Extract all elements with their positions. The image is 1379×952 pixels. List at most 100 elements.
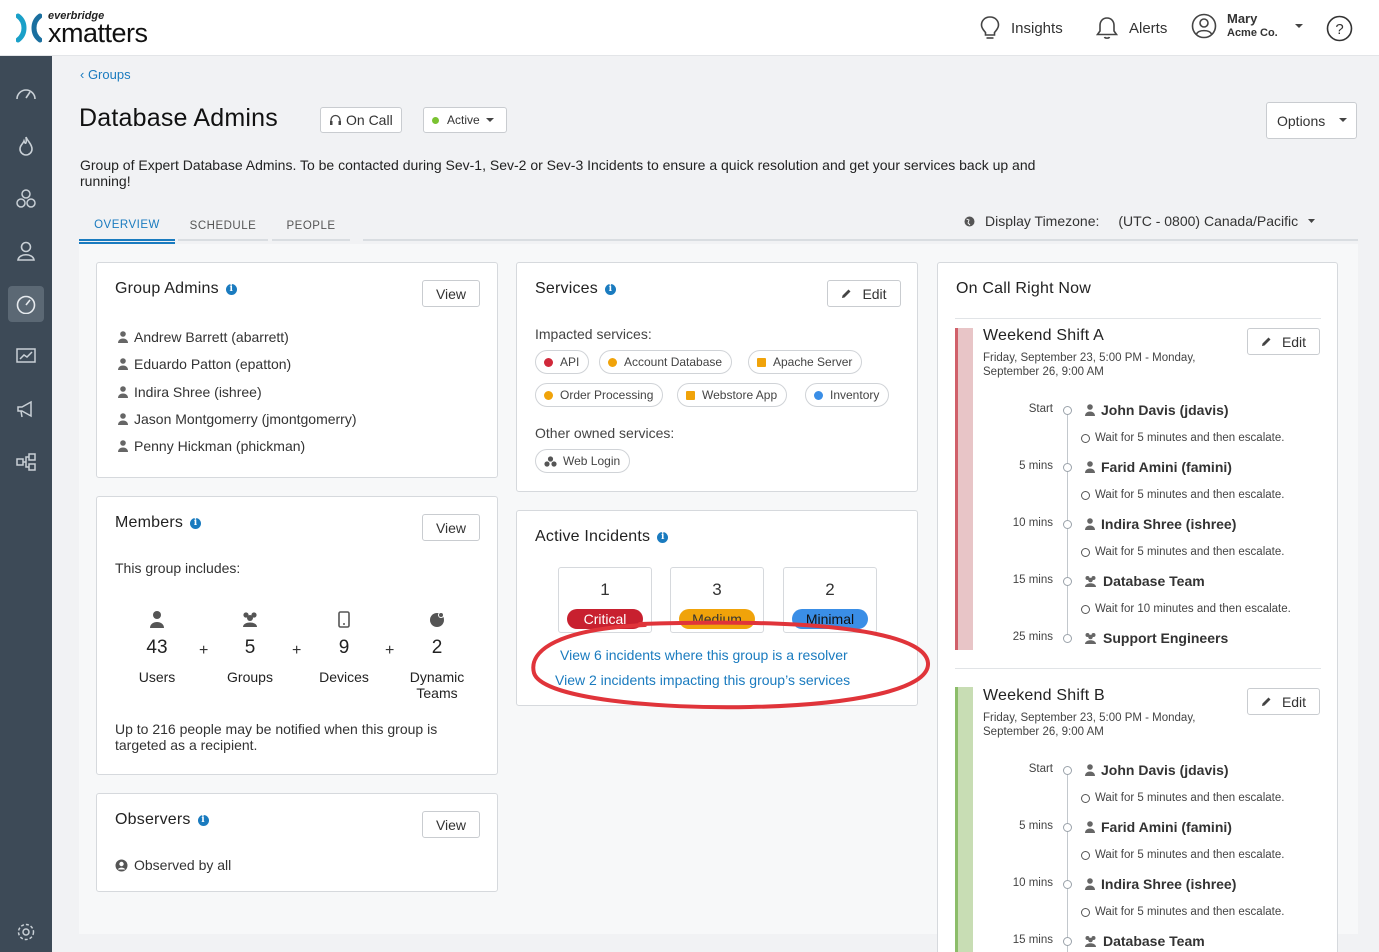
service-pill-web-login[interactable]: Web Login — [535, 449, 631, 473]
nav-incidents[interactable] — [8, 128, 44, 164]
nav-oncall[interactable] — [8, 286, 44, 322]
admin-name: Jason Montgomerry (jmontgomerry) — [134, 411, 357, 427]
insights-menu[interactable]: Insights — [979, 14, 1063, 42]
services-card: Services i Edit Impacted services: API Ac… — [516, 262, 918, 492]
nav-workflows[interactable] — [8, 444, 44, 480]
service-pill-api[interactable]: API — [535, 350, 590, 374]
step-recipient[interactable]: Indira Shree (ishree) — [1085, 516, 1236, 532]
shift-a-edit-button[interactable]: Edit — [1247, 328, 1320, 355]
plus-sign: + — [292, 642, 302, 659]
nav-dashboard[interactable] — [8, 76, 44, 112]
shift-b-edit-button[interactable]: Edit — [1247, 688, 1320, 715]
dynamic-teams-count: 2 — [431, 637, 443, 658]
services-title-text: Services — [535, 280, 598, 297]
admin-item[interactable]: Jason Montgomerry (jmontgomerry) — [118, 411, 357, 427]
timezone-selector[interactable]: Display Timezone: (UTC - 0800) Canada/Pa… — [964, 213, 1316, 229]
admins-view-button[interactable]: View — [422, 280, 480, 307]
step-wait-text: Wait for 5 minutes and then escalate. — [1095, 792, 1285, 804]
info-icon[interactable]: i — [225, 283, 237, 295]
service-pill-apache-server[interactable]: Apache Server — [748, 350, 863, 374]
admin-item[interactable]: Eduardo Patton (epatton) — [118, 356, 291, 372]
chart-icon — [16, 348, 36, 363]
users-stat[interactable]: 43 Users — [122, 611, 192, 685]
alerts-menu[interactable]: Alerts — [1095, 14, 1167, 42]
shift-a-edit-label: Edit — [1281, 333, 1307, 350]
step-dot — [1063, 406, 1072, 415]
bell-icon — [1095, 17, 1119, 39]
app-window-icon — [757, 357, 766, 367]
step-recipient[interactable]: Farid Amini (famini) — [1085, 459, 1232, 475]
nav-settings[interactable] — [8, 914, 44, 950]
help-icon: ? — [1326, 15, 1353, 41]
nav-users[interactable] — [8, 233, 44, 269]
divider — [955, 668, 1321, 669]
tab-people[interactable]: PEOPLE — [272, 208, 350, 243]
shift-b-date: Friday, September 23, 5:00 PM - Monday, … — [983, 712, 1196, 738]
step-recipient[interactable]: Database Team — [1084, 573, 1205, 589]
status-dropdown[interactable]: Active — [423, 107, 507, 133]
critical-count: 1 — [600, 580, 610, 599]
chevron-down-icon — [1308, 219, 1316, 223]
admin-item[interactable]: Indira Shree (ishree) — [118, 384, 262, 400]
devices-stat[interactable]: 9 Devices — [309, 611, 379, 685]
step-recipient[interactable]: John Davis (jdavis) — [1085, 402, 1229, 418]
admin-name: Indira Shree (ishree) — [134, 384, 262, 400]
user-icon — [1085, 461, 1095, 473]
service-pill-account-database[interactable]: Account Database — [599, 350, 733, 374]
admin-name: Eduardo Patton (epatton) — [134, 356, 292, 372]
status-label: Active — [447, 113, 480, 127]
users-count: 43 — [146, 637, 168, 658]
step-recipient[interactable]: Farid Amini (famini) — [1085, 819, 1232, 835]
members-title-text: Members — [115, 514, 184, 531]
on-call-button[interactable]: On Call — [320, 107, 402, 133]
info-icon[interactable]: i — [197, 814, 209, 826]
on-call-title: On Call Right Now — [956, 280, 1092, 297]
service-pill-inventory[interactable]: Inventory — [805, 383, 890, 407]
service-pill-order-processing[interactable]: Order Processing — [535, 383, 664, 407]
info-icon[interactable]: i — [604, 283, 616, 295]
chevron-down-icon — [1339, 118, 1348, 122]
info-icon[interactable]: i — [657, 531, 669, 543]
members-view-button[interactable]: View — [422, 514, 480, 541]
clock-icon — [1081, 433, 1090, 443]
admin-item[interactable]: Andrew Barrett (abarrett) — [118, 329, 289, 345]
user-icon — [118, 386, 128, 398]
shift-a-name: Weekend Shift A — [983, 327, 1104, 344]
step-wait-text: Wait for 5 minutes and then escalate. — [1095, 906, 1285, 918]
step-recipient[interactable]: John Davis (jdavis) — [1085, 762, 1229, 778]
step-recipient[interactable]: Indira Shree (ishree) — [1085, 876, 1236, 892]
observers-title: Observers i — [115, 811, 209, 829]
breadcrumb-groups[interactable]: ‹ Groups — [80, 67, 131, 82]
observers-view-button[interactable]: View — [422, 811, 480, 838]
tab-overview[interactable]: OVERVIEW — [79, 208, 175, 244]
shift-a-color-bar — [955, 328, 973, 650]
service-pill-webstore-app[interactable]: Webstore App — [677, 383, 788, 407]
megaphone-icon — [17, 400, 32, 418]
tab-schedule[interactable]: SCHEDULE — [178, 208, 268, 243]
step-recipient[interactable]: Support Engineers — [1084, 630, 1228, 646]
nav-reports[interactable] — [8, 338, 44, 374]
user-icon — [1085, 821, 1095, 833]
step-wait: Wait for 5 minutes and then escalate. — [1081, 792, 1284, 804]
step-recipient[interactable]: Database Team — [1084, 933, 1205, 949]
nav-messaging[interactable] — [8, 391, 44, 427]
user-org: Acme Co. — [1227, 27, 1278, 39]
services-edit-button[interactable]: Edit — [827, 280, 901, 307]
dynamic-teams-stat[interactable]: 2 Dynamic Teams — [402, 611, 472, 701]
user-icon — [1085, 404, 1095, 416]
step-time: Start — [1028, 763, 1053, 775]
options-dropdown[interactable]: Options — [1266, 102, 1357, 139]
step-wait: Wait for 5 minutes and then escalate. — [1081, 849, 1284, 861]
observers-title-text: Observers — [115, 811, 191, 828]
groups-stat[interactable]: 5 Groups — [215, 611, 285, 685]
help-button[interactable]: ? — [1326, 14, 1363, 42]
admin-item[interactable]: Penny Hickman (phickman) — [118, 438, 305, 454]
info-icon[interactable]: i — [190, 517, 202, 529]
user-menu[interactable]: Mary Acme Co. — [1191, 11, 1314, 40]
workflow-icon — [16, 453, 36, 471]
user-icon — [118, 331, 128, 343]
shift-b-edit-label: Edit — [1281, 693, 1307, 710]
user-icon — [118, 358, 128, 370]
devices-label: Devices — [319, 669, 369, 685]
nav-groups[interactable] — [8, 181, 44, 217]
